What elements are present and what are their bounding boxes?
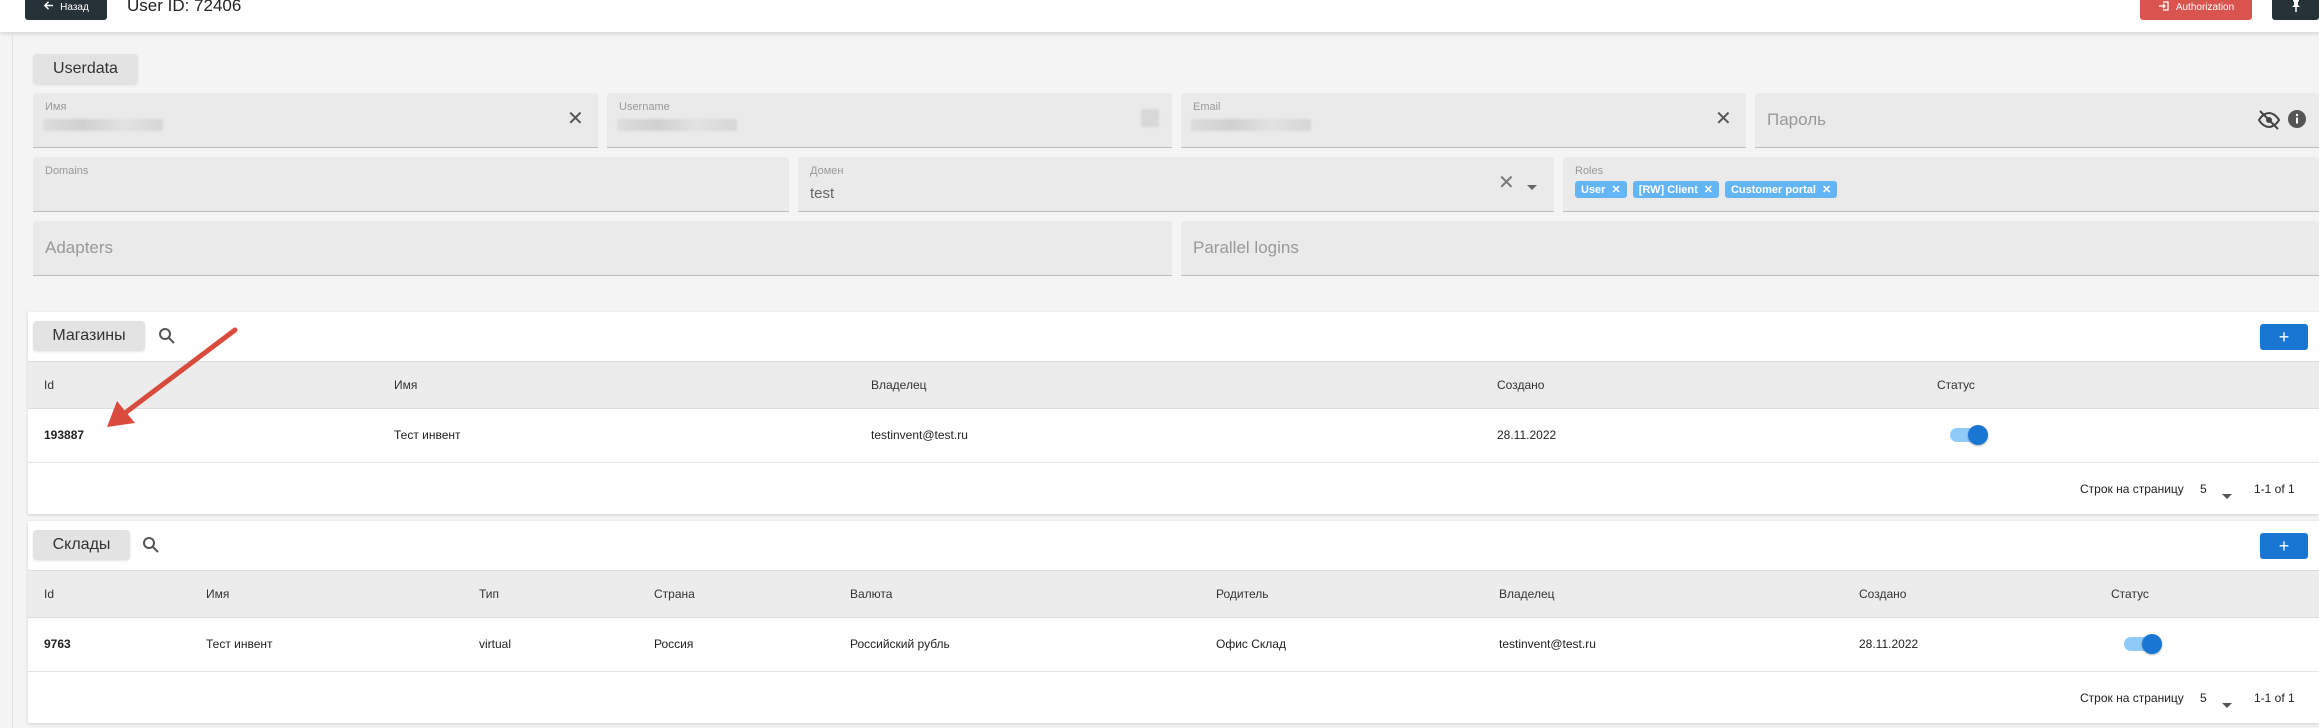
pagination-range: 1-1 of 1 (2254, 691, 2295, 705)
username-value-redacted (617, 119, 737, 131)
shops-card: Магазины + Id Имя Владелец Создано Стату… (28, 312, 2319, 514)
password-placeholder: Пароль (1767, 110, 1826, 129)
column-header[interactable]: Родитель (1216, 587, 1268, 601)
status-toggle[interactable] (1950, 425, 1988, 445)
parallel-logins-field[interactable]: Parallel logins (1181, 221, 2319, 276)
cell-id: 9763 (44, 637, 71, 651)
column-header[interactable]: Страна (654, 587, 695, 601)
eye-off-icon[interactable] (2257, 109, 2281, 136)
cell-created: 28.11.2022 (1497, 428, 1557, 442)
username-field-label: Username (619, 101, 670, 113)
warehouses-card: Склады + Id Имя Тип Страна Валюта Родите… (28, 521, 2319, 723)
role-tag: [RW] Client ✕ (1632, 181, 1719, 198)
name-field-label: Имя (45, 101, 67, 113)
column-header[interactable]: Id (44, 587, 54, 601)
column-header[interactable]: Создано (1497, 378, 1544, 392)
column-header[interactable]: Имя (394, 378, 417, 392)
column-header[interactable]: Id (44, 378, 54, 392)
rows-per-page-label: Строк на страницу (2080, 482, 2184, 496)
remove-tag-icon[interactable]: ✕ (1822, 183, 1831, 196)
column-header[interactable]: Создано (1859, 587, 1906, 601)
divider (12, 32, 13, 728)
name-value-redacted (43, 119, 163, 131)
role-tag: User ✕ (1575, 181, 1627, 198)
adapters-field[interactable]: Adapters (33, 221, 1172, 276)
userdata-section-label: Userdata (33, 54, 138, 84)
column-header[interactable]: Имя (206, 587, 229, 601)
cell-parent: Офис Склад (1216, 637, 1286, 651)
clear-icon[interactable]: ✕ (1498, 173, 1515, 193)
column-header[interactable]: Статус (1937, 378, 1975, 392)
cell-country: Россия (654, 637, 694, 651)
warehouses-table-header: Id Имя Тип Страна Валюта Родитель Владел… (28, 570, 2319, 618)
rows-per-page-label: Строк на страницу (2080, 691, 2184, 705)
add-warehouse-button[interactable]: + (2260, 533, 2308, 559)
add-shop-button[interactable]: + (2260, 324, 2308, 350)
cell-currency: Российский рубль (850, 637, 950, 651)
roles-field[interactable]: Roles User ✕ [RW] Client ✕ Customer portal… (1563, 157, 2319, 212)
chevron-down-icon[interactable] (2222, 487, 2232, 505)
domain-value: test (810, 185, 835, 202)
column-header[interactable]: Владелец (871, 378, 927, 392)
info-icon[interactable] (2287, 109, 2307, 134)
name-field[interactable]: Имя ✕ (33, 93, 598, 148)
clear-icon[interactable]: ✕ (1715, 109, 1732, 129)
rows-per-page-select[interactable]: 5 (2200, 691, 2207, 705)
redacted-icon (1141, 109, 1159, 127)
chevron-down-icon[interactable] (2222, 696, 2232, 714)
rows-per-page-select[interactable]: 5 (2200, 482, 2207, 496)
remove-tag-icon[interactable]: ✕ (1611, 183, 1620, 196)
email-field[interactable]: Email ✕ (1181, 93, 1746, 148)
table-row[interactable]: 193887 Тест инвент testinvent@test.ru 28… (28, 408, 2319, 462)
shops-table-header: Id Имя Владелец Создано Статус (28, 361, 2319, 409)
warehouses-section-label: Склады (33, 530, 130, 560)
back-button[interactable]: Назад (25, 0, 107, 20)
domains-field-label: Domains (45, 165, 89, 177)
email-value-redacted (1191, 119, 1311, 131)
email-field-label: Email (1193, 101, 1221, 113)
column-header[interactable]: Тип (479, 587, 499, 601)
role-tag: Customer portal ✕ (1724, 181, 1838, 198)
authorization-label: Authorization (2175, 1, 2235, 13)
adapters-placeholder: Adapters (45, 238, 114, 257)
status-toggle[interactable] (2124, 634, 2162, 654)
cell-id: 193887 (44, 428, 85, 442)
domain-field-label: Домен (810, 165, 844, 177)
search-icon[interactable] (142, 536, 160, 559)
cell-owner: testinvent@test.ru (871, 428, 968, 442)
clear-icon[interactable]: ✕ (567, 109, 584, 129)
top-bar (0, 0, 2319, 32)
table-row[interactable]: 9763 Тест инвент virtual Россия Российск… (28, 617, 2319, 671)
roles-field-label: Roles (1575, 165, 1604, 177)
cell-created: 28.11.2022 (1859, 637, 1919, 651)
roles-tag-list: User ✕ [RW] Client ✕ Customer portal ✕ (1575, 181, 1843, 198)
domain-select[interactable]: Домен test ✕ (798, 157, 1554, 212)
domains-field[interactable]: Domains (33, 157, 789, 212)
pin-button[interactable] (2272, 0, 2319, 20)
column-header[interactable]: Статус (2111, 587, 2149, 601)
annotation-arrow (107, 327, 238, 427)
authorization-button[interactable]: Authorization (2140, 0, 2252, 20)
parallel-logins-placeholder: Parallel logins (1193, 238, 1299, 257)
username-field[interactable]: Username (607, 93, 1172, 148)
cell-name: Тест инвент (394, 428, 461, 442)
page-title: User ID: 72406 (127, 0, 242, 15)
chevron-down-icon[interactable] (1526, 179, 1538, 197)
column-header[interactable]: Валюта (850, 587, 892, 601)
password-field[interactable]: Пароль (1755, 93, 2319, 148)
back-button-label: Назад (60, 1, 89, 13)
cell-owner: testinvent@test.ru (1499, 637, 1596, 651)
login-icon (2158, 0, 2170, 15)
remove-tag-icon[interactable]: ✕ (1704, 183, 1713, 196)
pagination-range: 1-1 of 1 (2254, 482, 2295, 496)
cell-type: virtual (479, 637, 512, 651)
cell-name: Тест инвент (206, 637, 273, 651)
arrow-left-icon (43, 0, 54, 14)
pin-icon (2290, 0, 2302, 17)
column-header[interactable]: Владелец (1499, 587, 1555, 601)
